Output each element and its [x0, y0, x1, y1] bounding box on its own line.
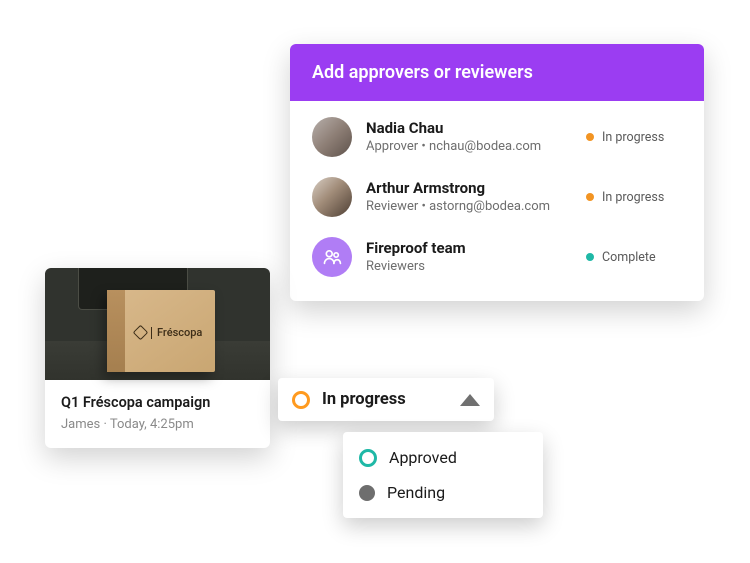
approver-name: Nadia Chau: [366, 119, 572, 138]
approver-text: Nadia Chau Approver • nchau@bodea.com: [366, 119, 572, 156]
status-dropdown-menu: Approved Pending: [343, 432, 543, 518]
brand-logo-icon: [133, 325, 149, 341]
approver-meta: Reviewer • astorng@bodea.com: [366, 199, 572, 215]
thumb-box: Fréscopa: [107, 290, 215, 372]
avatar: [312, 117, 352, 157]
status-dropdown-selected: In progress: [322, 390, 448, 409]
approver-meta: Approver • nchau@bodea.com: [366, 139, 572, 155]
chevron-up-icon: [460, 394, 480, 406]
approvers-panel-title: Add approvers or reviewers: [290, 44, 704, 101]
approvers-list: Nadia Chau Approver • nchau@bodea.com In…: [290, 101, 704, 301]
status-ring-icon: [359, 449, 377, 467]
status-dropdown[interactable]: In progress: [278, 378, 494, 421]
status-ring-icon: [292, 391, 310, 409]
status-option-pending[interactable]: Pending: [343, 475, 543, 510]
approver-text: Fireproof team Reviewers: [366, 239, 572, 276]
approver-row[interactable]: Fireproof team Reviewers Complete: [290, 227, 704, 287]
campaign-timestamp: Today, 4:25pm: [110, 417, 194, 432]
campaign-title: Q1 Fréscopa campaign: [61, 394, 254, 411]
approvers-panel: Add approvers or reviewers Nadia Chau Ap…: [290, 44, 704, 301]
status-option-label: Pending: [387, 483, 445, 502]
status-option-approved[interactable]: Approved: [343, 440, 543, 475]
approver-status: Complete: [586, 250, 682, 265]
status-dot-icon: [359, 485, 375, 501]
approver-meta: Reviewers: [366, 259, 572, 275]
campaign-author: James: [61, 417, 100, 432]
campaign-meta: James · Today, 4:25pm: [61, 417, 254, 432]
approver-status: In progress: [586, 130, 682, 145]
approver-name: Arthur Armstrong: [366, 179, 572, 198]
status-dot-icon: [586, 193, 594, 201]
meta-sep: •: [418, 139, 429, 154]
approver-row[interactable]: Arthur Armstrong Reviewer • astorng@bode…: [290, 167, 704, 227]
meta-sep: •: [418, 199, 429, 214]
status-label: Complete: [602, 250, 656, 265]
campaign-meta-sep: ·: [100, 417, 110, 432]
avatar: [312, 177, 352, 217]
approver-email: astorng@bodea.com: [429, 199, 550, 214]
status-label: In progress: [602, 130, 664, 145]
approver-text: Arthur Armstrong Reviewer • astorng@bode…: [366, 179, 572, 216]
approver-row[interactable]: Nadia Chau Approver • nchau@bodea.com In…: [290, 107, 704, 167]
campaign-body: Q1 Fréscopa campaign James · Today, 4:25…: [45, 380, 270, 448]
team-icon: [321, 246, 343, 268]
status-dot-icon: [586, 253, 594, 261]
team-avatar: [312, 237, 352, 277]
status-label: In progress: [602, 190, 664, 205]
approver-name: Fireproof team: [366, 239, 572, 258]
approver-email: nchau@bodea.com: [429, 139, 541, 154]
status-dot-icon: [586, 133, 594, 141]
approver-role: Approver: [366, 139, 418, 154]
campaign-card[interactable]: Fréscopa Q1 Fréscopa campaign James · To…: [45, 268, 270, 448]
campaign-thumbnail: Fréscopa: [45, 268, 270, 380]
approver-role: Reviewer: [366, 199, 418, 214]
box-brand: Fréscopa: [135, 326, 202, 339]
status-option-label: Approved: [389, 448, 457, 467]
approver-status: In progress: [586, 190, 682, 205]
approver-role: Reviewers: [366, 259, 425, 274]
brand-name: Fréscopa: [157, 326, 202, 339]
brand-sep: [151, 327, 152, 339]
